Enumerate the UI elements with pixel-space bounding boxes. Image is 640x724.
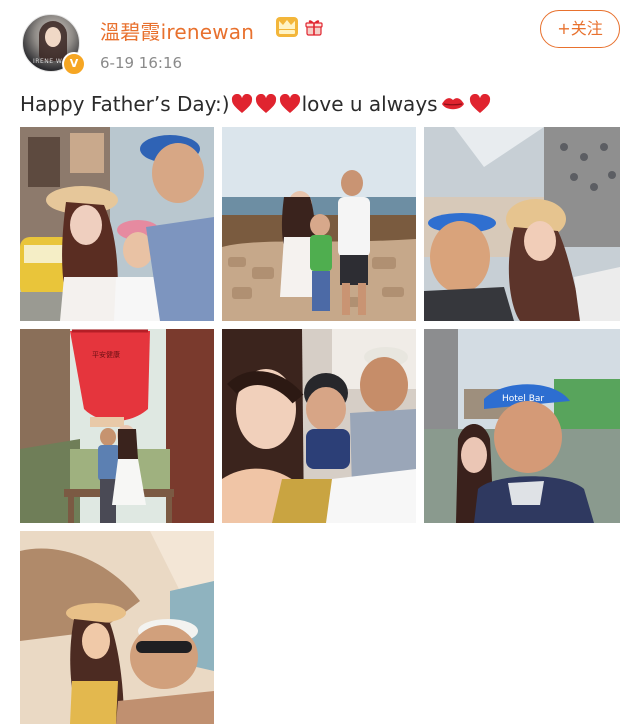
gift-icon[interactable]: [304, 17, 324, 37]
photo-seaside-family[interactable]: [222, 127, 416, 321]
photo-stadium-selfie[interactable]: [424, 127, 620, 321]
post-time: 6-19 16:16: [100, 54, 183, 72]
heart-emoji-icon: [469, 94, 490, 113]
photo-cliff-selfie[interactable]: [20, 531, 214, 724]
follow-button[interactable]: +关注: [540, 10, 620, 48]
avatar-face: [45, 27, 61, 47]
verified-badge-icon: V: [62, 52, 86, 76]
heart-emoji-icon: [279, 94, 300, 113]
post-text: Happy Father’s Day:) love u always: [20, 92, 492, 116]
photo-lantern-couple[interactable]: 平安健康: [20, 329, 214, 523]
kiss-lips-icon: [441, 98, 464, 110]
photo-street-family[interactable]: [20, 127, 214, 321]
member-crown-icon[interactable]: [276, 17, 298, 37]
post-text-middle: love u always: [301, 92, 438, 116]
post-text-start: Happy Father’s Day:): [20, 92, 230, 116]
photo-canal-selfie[interactable]: Hotel Bar: [424, 329, 620, 523]
lantern-wish-text: 平安健康: [92, 350, 120, 359]
photo-closeup-selfie[interactable]: [222, 329, 416, 523]
heart-emoji-icon: [231, 94, 252, 113]
heart-emoji-icon: [255, 94, 276, 113]
author-name[interactable]: 溫碧霞irenewan: [100, 16, 254, 45]
post-header: IRENE WAN V 溫碧霞irenewan 6-19 16:16 +关注: [0, 0, 640, 86]
